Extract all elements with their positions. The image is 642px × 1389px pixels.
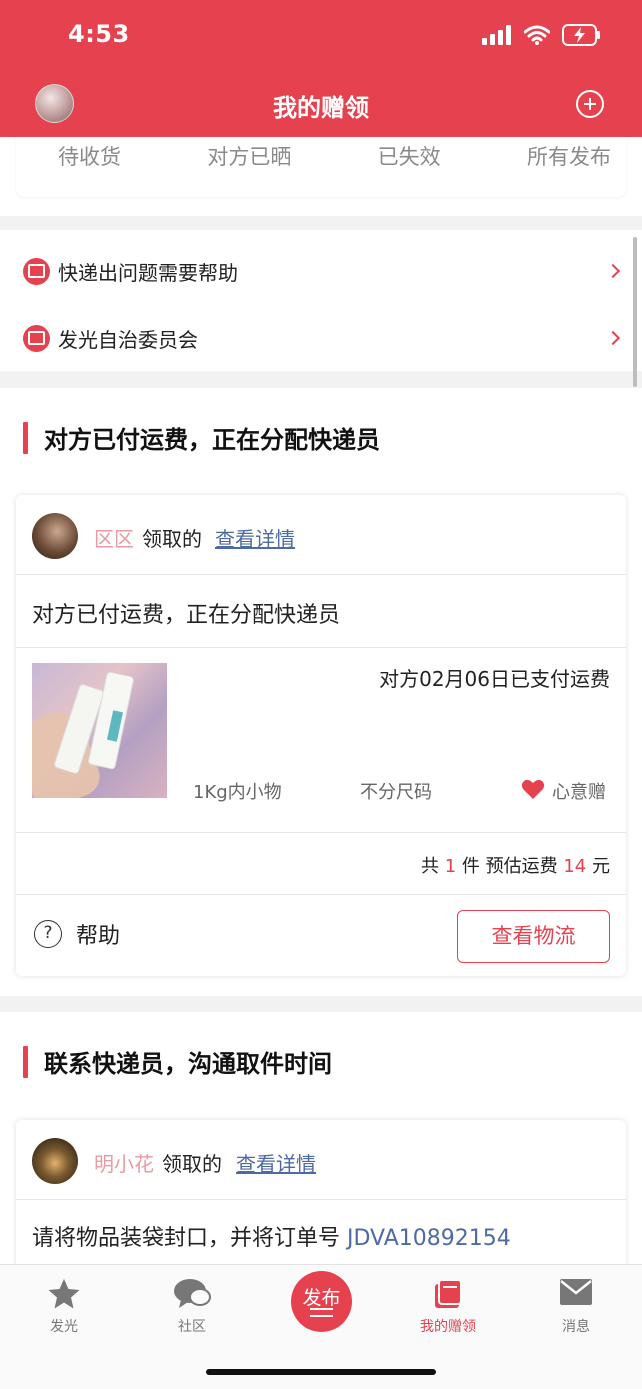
status-icons [482,24,602,46]
item-thumbnail[interactable] [32,663,167,798]
tab-label: 发光 [50,1319,78,1335]
page-title: 我的赠领 [273,94,369,122]
chat-bubbles-icon [174,1279,211,1308]
heart-icon [521,779,545,799]
help-item-committee[interactable]: 发光自治委员会 [0,305,642,371]
claim-verb: 领取的 [142,527,202,551]
username[interactable]: 明小花 [94,1148,154,1177]
help-item-delivery[interactable]: 快递出问题需要帮助 [0,238,642,304]
top-bar: 4:53 我的赠领 [0,0,642,137]
section-contact-courier: 联系快递员，沟通取件时间 明小花 领取的 查看详情 请将物品装袋封口，并将订单号… [0,1012,642,1264]
star-icon [48,1279,80,1309]
battery-charging-icon [562,24,600,46]
tab-pending-receipt[interactable]: 待收货 [58,139,121,197]
paid-note: 对方02月06日已支付运费 [379,667,610,691]
scrollbar[interactable] [633,237,637,387]
fee-amount: 14 [563,856,587,877]
content-scroll[interactable]: 待收货 对方已晒 已失效 所有发布 快递出问题需要帮助 发光自治委员会 对方已付… [0,137,642,1264]
claim-verb: 领取的 [162,1152,222,1176]
tab-label: 社区 [178,1319,206,1335]
add-circle-icon[interactable] [576,90,604,118]
home-indicator[interactable] [206,1369,436,1375]
tab-other-posted[interactable]: 对方已晒 [207,139,291,197]
chevron-right-icon [605,263,621,279]
support-icon [23,257,50,285]
status-time: 4:53 [68,20,130,48]
tab-community[interactable]: 社区 [128,1265,256,1345]
tracking-number[interactable]: JDVA10892154 [347,1226,511,1251]
chevron-right-icon [605,330,621,346]
section-title: 联系快递员，沟通取件时间 [44,1050,332,1078]
view-details-link[interactable]: 查看详情 [215,523,295,552]
help-item-label: 快递出问题需要帮助 [58,260,238,285]
envelope-icon [560,1279,592,1305]
order-card: 区区 领取的 查看详情 对方已付运费，正在分配快递员 对方02月06日已支付运费… [16,495,626,976]
tab-label: 消息 [562,1319,590,1335]
section-title: 对方已付运费，正在分配快递员 [44,426,380,454]
support-icon [23,324,50,352]
help-item-label: 发光自治委员会 [58,327,198,352]
view-details-link[interactable]: 查看详情 [236,1148,316,1177]
filter-tabs: 待收货 对方已晒 已失效 所有发布 [16,137,626,197]
gift-type-label: 心意赠 [552,782,606,803]
publish-button[interactable]: 发布 [291,1271,352,1332]
status-message: 对方已付运费，正在分配快递员 [32,603,341,628]
username[interactable]: 区区 [94,523,134,552]
avatar[interactable] [32,513,78,559]
section-header: 联系快递员，沟通取件时间 [0,1027,642,1097]
section-paid: 对方已付运费，正在分配快递员 区区 领取的 查看详情 对方已付运费，正在分配快递… [0,388,642,996]
help-label[interactable]: 帮助 [76,918,120,950]
wifi-icon [524,25,550,45]
estimated-fee: 共 1 件 预估运费 14 元 [420,856,610,877]
section-header: 对方已付运费，正在分配快递员 [0,403,642,473]
tab-expired[interactable]: 已失效 [378,139,441,197]
size-label: 不分尺码 [360,782,432,803]
item-count: 1 [444,856,457,877]
avatar[interactable] [32,1138,78,1184]
order-card-header: 区区 领取的 查看详情 [16,495,626,575]
tab-label: 我的赠领 [420,1319,476,1335]
view-logistics-button[interactable]: 查看物流 [457,910,610,963]
status-message: 请将物品装袋封口，并将订单号 JDVA10892154 [32,1226,511,1251]
tab-faguang[interactable]: 发光 [0,1265,128,1345]
signal-icon [482,25,511,45]
help-panel: 快递出问题需要帮助 发光自治委员会 [0,230,642,371]
order-card: 明小花 领取的 查看详情 请将物品装袋封口，并将订单号 JDVA10892154 [16,1120,626,1264]
help-icon[interactable]: ? [34,920,62,948]
weight-label: 1Kg内小物 [193,782,282,803]
order-card-header: 明小花 领取的 查看详情 [16,1120,626,1200]
tab-messages[interactable]: 消息 [512,1265,640,1345]
gift-box-icon [435,1279,462,1308]
tab-all-posts[interactable]: 所有发布 [527,139,611,197]
tab-my-gifts[interactable]: 我的赠领 [384,1265,512,1345]
